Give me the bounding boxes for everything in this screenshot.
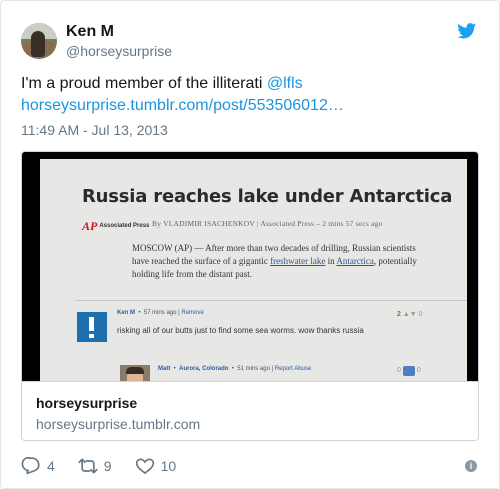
thumbs-icon: ▲▼ xyxy=(402,311,417,318)
news-headline: Russia reaches lake under Antarctica xyxy=(82,186,453,207)
card-image[interactable]: Russia reaches lake under Antarctica AP … xyxy=(22,152,478,381)
tweet-actions: 4 9 10 xyxy=(21,456,199,476)
reply-avatar-hair xyxy=(126,367,144,374)
reply-icon xyxy=(21,457,40,475)
reply-location: Aurora, Colorado xyxy=(179,366,229,372)
reply-avatar xyxy=(120,365,150,381)
comment-action: Remove xyxy=(181,310,204,316)
news-divider xyxy=(75,300,467,301)
reply-time: 51 mins ago xyxy=(237,366,270,372)
comment-meta: Ken M • 57 mins ago | Remove xyxy=(117,310,204,316)
twitter-bird-icon[interactable] xyxy=(457,23,477,39)
ap-wordmark: Associated Press xyxy=(99,223,150,229)
comment-votes-up: 2 xyxy=(397,311,401,318)
article-text-2: in xyxy=(325,256,337,266)
author-handle[interactable]: @horseysurprise xyxy=(66,42,172,60)
reply-count: 4 xyxy=(47,458,55,474)
link-card[interactable]: Russia reaches lake under Antarctica AP … xyxy=(21,151,479,441)
info-icon[interactable]: i xyxy=(465,460,477,472)
article-link-antarctica: Antarctica xyxy=(336,256,374,266)
retweet-icon xyxy=(78,458,98,474)
exclamation-icon xyxy=(89,317,94,331)
comment-time: 57 mins ago xyxy=(143,310,177,316)
reply-action: Report Abuse xyxy=(274,366,312,372)
like-count: 10 xyxy=(160,458,177,474)
exclamation-dot xyxy=(89,334,94,338)
card-meta[interactable]: horseysurprise horseysurprise.tumblr.com xyxy=(22,381,478,440)
reply-votes-right: 0 xyxy=(416,367,421,374)
ap-logo: AP Associated Press xyxy=(82,219,150,233)
news-screenshot: Russia reaches lake under Antarctica AP … xyxy=(40,159,467,381)
author-names: Ken M @horseysurprise xyxy=(66,22,172,60)
news-article: MOSCOW (AP) — After more than two decade… xyxy=(132,242,422,281)
avatar[interactable] xyxy=(21,23,57,59)
tweet-timestamp[interactable]: 11:49 AM - Jul 13, 2013 xyxy=(21,122,168,138)
thumbs-up-icon xyxy=(402,365,415,376)
reply-button[interactable]: 4 xyxy=(21,457,55,475)
ap-mark: AP xyxy=(82,219,98,233)
comment-votes-down: 0 xyxy=(418,311,423,318)
tweet-header: Ken M @horseysurprise xyxy=(21,19,172,63)
reply-user: Matt xyxy=(158,366,171,372)
reply-votes-left: 0 xyxy=(397,367,401,374)
avatar-person xyxy=(31,31,45,57)
comment-avatar xyxy=(77,312,107,342)
mention-link[interactable]: @lfls xyxy=(267,75,303,92)
article-link-lake: freshwater lake xyxy=(270,256,326,266)
tweet-text-body: I'm a proud member of the illiterati xyxy=(21,75,267,92)
tweet-url-link[interactable]: horseysurprise.tumblr.com/post/553506012… xyxy=(21,97,344,114)
retweet-button[interactable]: 9 xyxy=(78,457,112,475)
retweet-count: 9 xyxy=(103,458,112,474)
tweet-text: I'm a proud member of the illiterati @lf… xyxy=(21,73,481,117)
card-domain[interactable]: horseysurprise.tumblr.com xyxy=(36,414,466,434)
reply-votes: 0 0 xyxy=(397,365,433,376)
like-button[interactable]: 10 xyxy=(135,457,177,475)
comment-votes: 2 ▲▼ 0 xyxy=(397,311,423,318)
comment-user: Ken M xyxy=(117,310,135,316)
tweet-embed: Ken M @horseysurprise I'm a proud member… xyxy=(0,0,500,489)
card-title[interactable]: horseysurprise xyxy=(36,394,466,412)
author-name[interactable]: Ken M xyxy=(66,22,172,42)
comment-text: risking all of our butts just to find so… xyxy=(117,326,364,335)
heart-icon xyxy=(135,458,154,475)
news-byline: By VLADIMIR ISACHENKOV | Associated Pres… xyxy=(152,219,383,228)
reply-meta: Matt • Aurora, Colorado • 51 mins ago | … xyxy=(158,366,312,372)
